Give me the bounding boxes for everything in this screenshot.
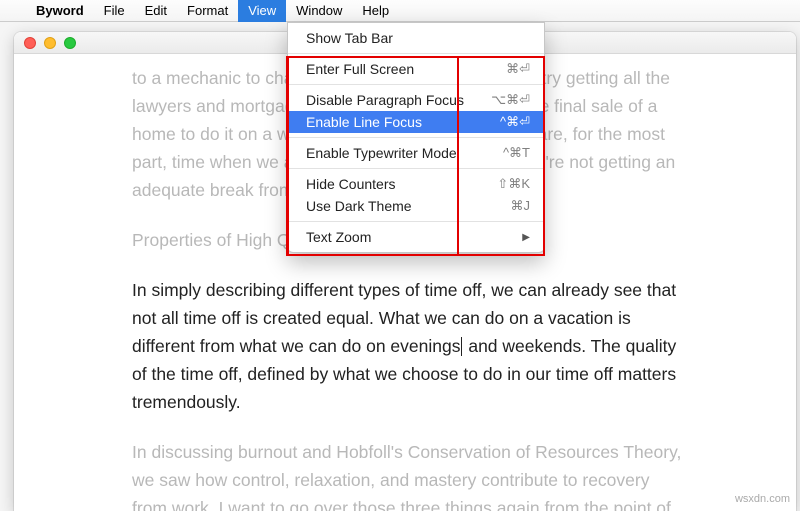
menu-item-label: Enter Full Screen	[306, 61, 414, 77]
menu-item-disable-paragraph-focus[interactable]: Disable Paragraph Focus ⌥⌘⏎	[288, 89, 544, 111]
menu-separator	[288, 137, 544, 138]
menu-item-shortcut: ^⌘⏎	[500, 114, 530, 130]
menu-format[interactable]: Format	[177, 0, 238, 22]
menu-item-shortcut: ⌘J	[511, 198, 531, 214]
menu-item-use-dark-theme[interactable]: Use Dark Theme ⌘J	[288, 195, 544, 217]
menu-item-enable-typewriter-mode[interactable]: Enable Typewriter Mode ^⌘T	[288, 142, 544, 164]
menu-item-label: Enable Line Focus	[306, 114, 422, 130]
menu-file[interactable]: File	[94, 0, 135, 22]
menu-item-label: Text Zoom	[306, 229, 371, 245]
menu-item-enter-full-screen[interactable]: Enter Full Screen ⌘⏎	[288, 58, 544, 80]
menu-item-shortcut: ⌥⌘⏎	[491, 92, 530, 108]
paragraph-focused: In simply describing different types of …	[132, 276, 684, 416]
menu-item-show-tab-bar[interactable]: Show Tab Bar	[288, 27, 544, 49]
menu-item-hide-counters[interactable]: Hide Counters ⇧⌘K	[288, 173, 544, 195]
minimize-icon[interactable]	[44, 37, 56, 49]
menu-separator	[288, 84, 544, 85]
menu-item-label: Use Dark Theme	[306, 198, 412, 214]
menu-separator	[288, 53, 544, 54]
menu-item-shortcut: ⌘⏎	[506, 61, 530, 77]
watermark-text: wsxdn.com	[735, 493, 790, 505]
menubar-app-name[interactable]: Byword	[26, 0, 94, 22]
menu-window[interactable]: Window	[286, 0, 352, 22]
menu-item-label: Enable Typewriter Mode	[306, 145, 457, 161]
menu-item-label: Disable Paragraph Focus	[306, 92, 464, 108]
menu-item-shortcut: ^⌘T	[503, 145, 530, 161]
paragraph-dimmed-2: In discussing burnout and Hobfoll's Cons…	[132, 438, 684, 511]
menu-item-label: Hide Counters	[306, 176, 396, 192]
chevron-right-icon: ▶	[522, 232, 530, 243]
system-menubar: Byword File Edit Format View Window Help	[0, 0, 800, 22]
menu-separator	[288, 168, 544, 169]
close-icon[interactable]	[24, 37, 36, 49]
menu-item-label: Show Tab Bar	[306, 30, 393, 46]
menu-edit[interactable]: Edit	[135, 0, 177, 22]
zoom-icon[interactable]	[64, 37, 76, 49]
menu-item-text-zoom[interactable]: Text Zoom ▶	[288, 226, 544, 248]
view-menu-dropdown: Show Tab Bar Enter Full Screen ⌘⏎ Disabl…	[287, 22, 545, 253]
menu-help[interactable]: Help	[352, 0, 399, 22]
menu-view[interactable]: View	[238, 0, 286, 22]
menu-separator	[288, 221, 544, 222]
menu-item-enable-line-focus[interactable]: Enable Line Focus ^⌘⏎	[288, 111, 544, 133]
menu-item-shortcut: ⇧⌘K	[497, 176, 530, 192]
